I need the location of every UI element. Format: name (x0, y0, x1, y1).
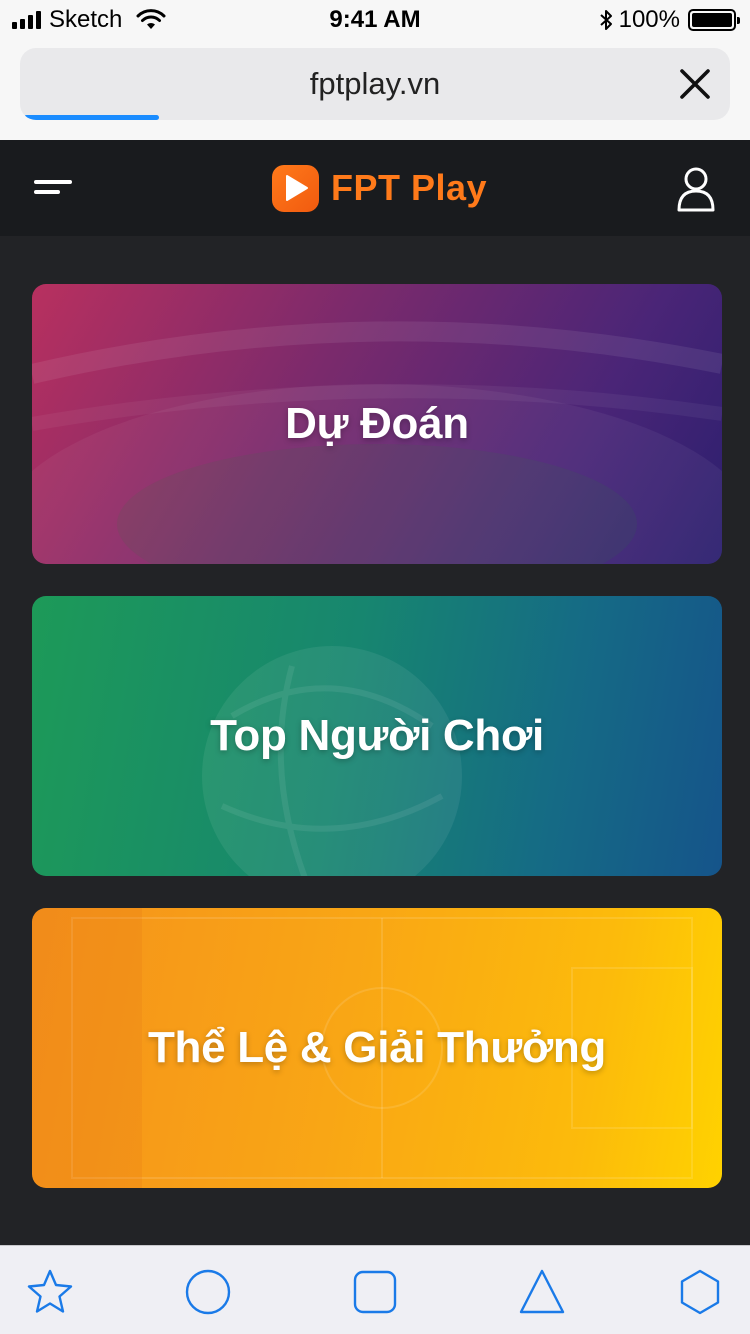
play-icon (272, 164, 319, 212)
address-bar[interactable]: fptplay.vn (20, 48, 730, 120)
hexagon-button[interactable] (676, 1268, 724, 1316)
logo-text: FPT Play (331, 167, 488, 208)
menu-icon-line (34, 190, 60, 194)
top-players-card[interactable]: Top Người Chơi (32, 596, 722, 876)
triangle-icon (519, 1269, 565, 1314)
hexagon-icon (680, 1269, 720, 1315)
predict-card-title: Dự Đoán (285, 399, 469, 448)
bluetooth-icon (599, 10, 612, 30)
battery-icon (688, 9, 740, 31)
rules-rewards-card-title: Thể Lệ & Giải Thưởng (147, 1023, 607, 1072)
battery-percent: 100% (618, 6, 680, 33)
top-players-card-title: Top Người Chơi (210, 711, 544, 760)
circle-icon (185, 1269, 231, 1315)
page-load-progress (24, 115, 159, 120)
status-right: 100% (599, 6, 740, 33)
square-button[interactable] (351, 1268, 399, 1316)
menu-button[interactable] (34, 176, 74, 202)
circle-button[interactable] (184, 1268, 232, 1316)
triangle-button[interactable] (518, 1268, 566, 1316)
close-icon[interactable] (678, 67, 712, 101)
browser-address-area: fptplay.vn (0, 40, 750, 140)
user-icon[interactable] (676, 166, 716, 212)
status-bar: Sketch 9:41 AM 100% (0, 0, 750, 40)
predict-card[interactable]: Dự Đoán (32, 284, 722, 564)
square-icon (353, 1270, 397, 1314)
app-header: FPT Play (0, 140, 750, 236)
fpt-play-logo[interactable]: FPT Play (272, 164, 487, 212)
star-icon (27, 1269, 73, 1313)
star-button[interactable] (26, 1268, 74, 1316)
menu-icon-line (34, 180, 72, 184)
rules-rewards-card[interactable]: Thể Lệ & Giải Thưởng (32, 908, 722, 1188)
bottom-toolbar (0, 1245, 750, 1334)
url-text[interactable]: fptplay.vn (20, 67, 730, 101)
